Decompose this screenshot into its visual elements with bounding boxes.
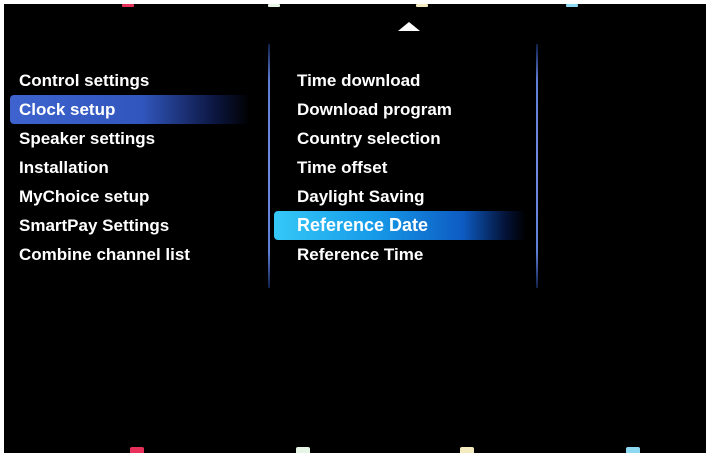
menu-item-mychoice-setup[interactable]: MyChoice setup <box>10 182 250 211</box>
menu-item-clock-setup[interactable]: Clock setup <box>10 95 250 124</box>
submenu-item-country-selection[interactable]: Country selection <box>274 124 526 153</box>
green-key[interactable] <box>296 447 310 453</box>
blue-key[interactable] <box>626 447 640 453</box>
menu-item-installation[interactable]: Installation <box>10 153 250 182</box>
scroll-up-arrow-icon[interactable] <box>398 22 420 31</box>
red-key-top <box>122 4 134 7</box>
clock-setup-submenu-list: Time download Download program Country s… <box>274 66 526 269</box>
green-key-top <box>268 4 280 7</box>
red-key[interactable] <box>130 447 144 453</box>
tv-menu-screen: Control settings Clock setup Speaker set… <box>4 4 706 453</box>
yellow-key[interactable] <box>460 447 474 453</box>
menu-divider-right <box>536 44 538 288</box>
submenu-item-time-offset[interactable]: Time offset <box>274 153 526 182</box>
menu-divider-left <box>268 44 270 288</box>
submenu-item-reference-date[interactable]: Reference Date <box>274 211 526 240</box>
blue-key-top <box>566 4 578 7</box>
menu-item-smartpay-settings[interactable]: SmartPay Settings <box>10 211 250 240</box>
menu-item-speaker-settings[interactable]: Speaker settings <box>10 124 250 153</box>
submenu-item-reference-time[interactable]: Reference Time <box>274 240 526 269</box>
menu-item-combine-channel-list[interactable]: Combine channel list <box>10 240 250 269</box>
top-strip <box>4 4 706 8</box>
submenu-item-daylight-saving[interactable]: Daylight Saving <box>274 182 526 211</box>
main-menu-list: Control settings Clock setup Speaker set… <box>10 66 250 269</box>
submenu-item-download-program[interactable]: Download program <box>274 95 526 124</box>
menu-item-control-settings[interactable]: Control settings <box>10 66 250 95</box>
submenu-item-time-download[interactable]: Time download <box>274 66 526 95</box>
yellow-key-top <box>416 4 428 7</box>
